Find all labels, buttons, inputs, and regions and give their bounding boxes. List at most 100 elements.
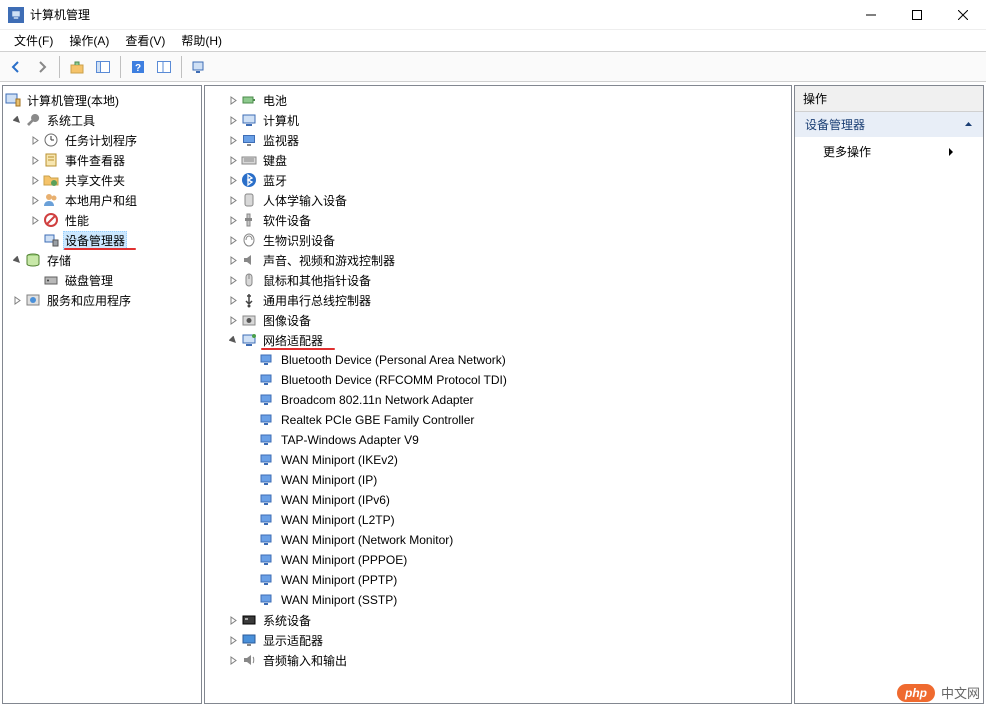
device-category-imaging[interactable]: 图像设备 — [207, 310, 789, 330]
device-category-monitor[interactable]: 监视器 — [207, 130, 789, 150]
collapse-icon[interactable] — [9, 252, 25, 268]
clock-icon — [43, 132, 59, 148]
menu-help[interactable]: 帮助(H) — [173, 30, 230, 51]
device-icon — [241, 152, 257, 168]
tree-item-services-apps[interactable]: 服务和应用程序 — [5, 290, 199, 310]
expand-icon[interactable] — [225, 612, 241, 628]
device-label: 网络适配器 — [261, 332, 325, 349]
device-label: WAN Miniport (IP) — [279, 473, 379, 487]
device-category-system_devices[interactable]: 系统设备 — [207, 610, 789, 630]
tree-item-disk-management[interactable]: 磁盘管理 — [5, 270, 199, 290]
show-hide-tree-button[interactable] — [91, 55, 115, 79]
network-adapter-item[interactable]: Realtek PCIe GBE Family Controller — [207, 410, 789, 430]
expand-icon[interactable] — [225, 292, 241, 308]
tree-item-storage[interactable]: 存储 — [5, 250, 199, 270]
tree-item-shared-folders[interactable]: 共享文件夹 — [5, 170, 199, 190]
expand-icon[interactable] — [225, 232, 241, 248]
device-category-display_adapters[interactable]: 显示适配器 — [207, 630, 789, 650]
device-category-computer[interactable]: 计算机 — [207, 110, 789, 130]
help-button[interactable]: ? — [126, 55, 150, 79]
action-more[interactable]: 更多操作 — [795, 137, 983, 166]
network-adapter-item[interactable]: WAN Miniport (Network Monitor) — [207, 530, 789, 550]
expand-icon[interactable] — [225, 92, 241, 108]
network-adapter-item[interactable]: Bluetooth Device (RFCOMM Protocol TDI) — [207, 370, 789, 390]
device-category-bluetooth[interactable]: 蓝牙 — [207, 170, 789, 190]
tree-item-root[interactable]: 计算机管理(本地) — [5, 90, 199, 110]
expand-icon[interactable] — [225, 272, 241, 288]
device-label: 显示适配器 — [261, 632, 325, 649]
tree-item-task-scheduler[interactable]: 任务计划程序 — [5, 130, 199, 150]
device-category-battery[interactable]: 电池 — [207, 90, 789, 110]
actions-section-header[interactable]: 设备管理器 — [795, 112, 983, 137]
tree-item-performance[interactable]: 性能 — [5, 210, 199, 230]
menu-action[interactable]: 操作(A) — [61, 30, 117, 51]
device-category-software_devices[interactable]: 软件设备 — [207, 210, 789, 230]
navigation-tree[interactable]: 计算机管理(本地) 系统工具 任务计划程序 事件查看器 共享文件夹 本地用户和组 — [2, 85, 202, 704]
collapse-icon[interactable] — [225, 332, 241, 348]
close-button[interactable] — [940, 0, 986, 30]
computer-mgmt-icon — [5, 92, 21, 108]
tree-label: 任务计划程序 — [63, 132, 139, 149]
network-adapter-item[interactable]: WAN Miniport (PPPOE) — [207, 550, 789, 570]
network-adapter-item[interactable]: WAN Miniport (IP) — [207, 470, 789, 490]
tree-item-device-manager[interactable]: 设备管理器 — [5, 230, 199, 250]
network-adapter-item[interactable]: TAP-Windows Adapter V9 — [207, 430, 789, 450]
collapse-icon[interactable] — [9, 112, 25, 128]
menu-file[interactable]: 文件(F) — [6, 30, 61, 51]
device-icon — [241, 172, 257, 188]
device-category-biometric[interactable]: 生物识别设备 — [207, 230, 789, 250]
scan-hardware-button[interactable] — [187, 55, 211, 79]
device-icon — [241, 612, 257, 628]
network-adapter-item[interactable]: WAN Miniport (IKEv2) — [207, 450, 789, 470]
network-adapter-item[interactable]: WAN Miniport (IPv6) — [207, 490, 789, 510]
toolbar-separator — [120, 56, 121, 78]
expand-icon[interactable] — [225, 632, 241, 648]
device-icon — [241, 652, 257, 668]
forward-button[interactable] — [30, 55, 54, 79]
device-category-audio_io[interactable]: 音频输入和输出 — [207, 650, 789, 670]
device-category-mouse_pointer[interactable]: 鼠标和其他指针设备 — [207, 270, 789, 290]
expand-icon[interactable] — [225, 312, 241, 328]
tree-item-local-users[interactable]: 本地用户和组 — [5, 190, 199, 210]
device-tree-pane[interactable]: 电池计算机监视器键盘蓝牙人体学输入设备软件设备生物识别设备声音、视频和游戏控制器… — [204, 85, 792, 704]
expand-icon[interactable] — [225, 652, 241, 668]
expand-icon[interactable] — [225, 212, 241, 228]
network-adapter-item[interactable]: Bluetooth Device (Personal Area Network) — [207, 350, 789, 370]
device-category-network-adapters[interactable]: 网络适配器 — [207, 330, 789, 350]
device-icon — [241, 92, 257, 108]
network-adapter-item[interactable]: WAN Miniport (PPTP) — [207, 570, 789, 590]
expand-icon[interactable] — [225, 192, 241, 208]
device-category-usb[interactable]: 通用串行总线控制器 — [207, 290, 789, 310]
device-icon — [241, 272, 257, 288]
back-button[interactable] — [4, 55, 28, 79]
tree-item-system-tools[interactable]: 系统工具 — [5, 110, 199, 130]
network-adapter-item[interactable]: WAN Miniport (L2TP) — [207, 510, 789, 530]
expand-icon[interactable] — [9, 292, 25, 308]
expand-icon[interactable] — [225, 172, 241, 188]
disk-icon — [43, 272, 59, 288]
menu-view[interactable]: 查看(V) — [117, 30, 173, 51]
network-adapter-item[interactable]: Broadcom 802.11n Network Adapter — [207, 390, 789, 410]
network-adapter-item[interactable]: WAN Miniport (SSTP) — [207, 590, 789, 610]
wrench-icon — [25, 112, 41, 128]
device-category-hid[interactable]: 人体学输入设备 — [207, 190, 789, 210]
expand-icon[interactable] — [27, 152, 43, 168]
action-label: 更多操作 — [823, 143, 871, 160]
expand-icon[interactable] — [27, 192, 43, 208]
expand-icon[interactable] — [225, 112, 241, 128]
maximize-button[interactable] — [894, 0, 940, 30]
expand-icon[interactable] — [225, 252, 241, 268]
up-level-button[interactable] — [65, 55, 89, 79]
expand-icon[interactable] — [27, 132, 43, 148]
properties-button[interactable] — [152, 55, 176, 79]
tree-item-event-viewer[interactable]: 事件查看器 — [5, 150, 199, 170]
minimize-button[interactable] — [848, 0, 894, 30]
device-category-audio_video_game[interactable]: 声音、视频和游戏控制器 — [207, 250, 789, 270]
expand-icon[interactable] — [225, 132, 241, 148]
device-category-keyboard[interactable]: 键盘 — [207, 150, 789, 170]
expand-icon[interactable] — [225, 152, 241, 168]
expand-icon[interactable] — [27, 172, 43, 188]
expand-icon[interactable] — [27, 212, 43, 228]
toolbar: ? — [0, 52, 986, 82]
tree-label: 系统工具 — [45, 112, 97, 129]
